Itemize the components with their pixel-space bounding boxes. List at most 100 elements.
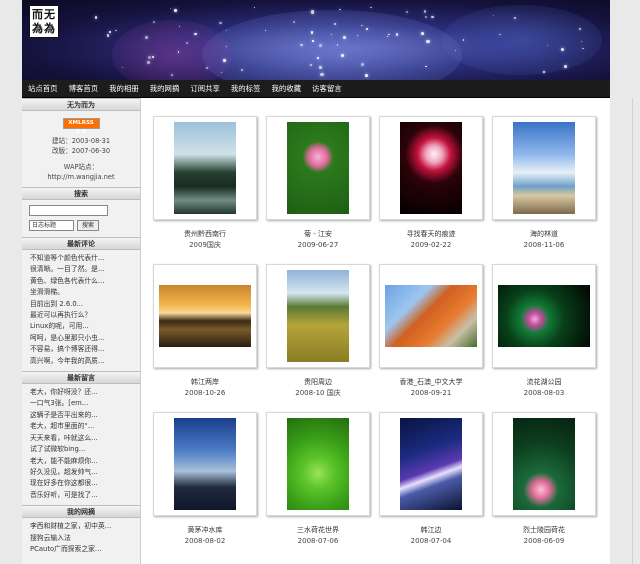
album-title-link[interactable]: 三水荷花世界 — [266, 525, 370, 536]
banner-star — [264, 29, 267, 31]
album-title-link[interactable]: 韩江边 — [379, 525, 483, 536]
album-photo[interactable] — [498, 285, 590, 347]
search-scope-select[interactable]: 日志标题 — [29, 220, 74, 231]
comments-list-item[interactable]: 不容易，搞个博客还得... — [30, 344, 140, 355]
bookmarks-list-item[interactable]: PCauto广而探索之家... — [30, 544, 140, 555]
bookmarks-list-item[interactable]: 搜狗云输入法 — [30, 533, 140, 544]
nav-item[interactable]: 订阅共享 — [190, 83, 220, 94]
album-title-link[interactable]: 烈士陵园荷花 — [492, 525, 596, 536]
album-title-link[interactable]: 香港_石澳_中文大学 — [379, 377, 483, 388]
album-thumbnail[interactable] — [153, 412, 257, 516]
album-photo[interactable] — [287, 270, 349, 362]
comments-list-item[interactable]: 不知道等个颜色代表什... — [30, 253, 140, 264]
messages-list-item[interactable]: 好久没见，超发帅气... — [30, 467, 140, 478]
album-thumbnail[interactable] — [492, 264, 596, 368]
search-button[interactable]: 搜索 — [77, 220, 99, 231]
album-thumbnail[interactable] — [266, 116, 370, 220]
photo-album-card: 黄茅冲水库 2008-08-02 — [153, 412, 257, 560]
redesign-date: 改版：2007-06-30 — [51, 147, 111, 155]
album-thumbnail[interactable] — [266, 264, 370, 368]
album-date: 2008-11-06 — [523, 241, 565, 249]
comments-list-item[interactable]: 呵呵，是心里那只小虫... — [30, 333, 140, 344]
comments-list-item[interactable]: 坐滑滑梯。 — [30, 287, 140, 298]
comments-list-item[interactable]: 目前出到 2.6.0... — [30, 299, 140, 310]
messages-list-item[interactable]: 音乐好听，可是找了... — [30, 490, 140, 501]
album-title-link[interactable]: 贵阳周边 — [266, 377, 370, 388]
comments-list-item[interactable]: 很清晰。一目了然。是... — [30, 264, 140, 275]
album-photo[interactable] — [385, 285, 477, 347]
photo-album-card: 菊 - 江安 2009-06-27 — [266, 116, 370, 264]
album-photo[interactable] — [174, 418, 236, 510]
scrollbar[interactable] — [632, 98, 640, 564]
album-title-link[interactable]: 菊 - 江安 — [266, 229, 370, 240]
search-input[interactable] — [29, 205, 108, 216]
photo-album-card: 贵州黔西南行 2009国庆 — [153, 116, 257, 264]
comments-title: 最新评论 — [22, 237, 140, 250]
messages-list-item[interactable]: 老大，能不能麻烦你... — [30, 456, 140, 467]
site-logo[interactable]: 而无 為為 — [29, 5, 59, 38]
bookmarks-list: 李西和财植之家，初中英... 搜狗云输入法 PCauto广而探索之家... — [22, 518, 140, 559]
nav-item[interactable]: 访客留言 — [312, 83, 342, 94]
album-thumbnail[interactable] — [379, 412, 483, 516]
nav-item[interactable]: 站点首页 — [28, 83, 58, 94]
messages-list-item[interactable]: 这辆子是否平出来的... — [30, 410, 140, 421]
album-thumbnail[interactable] — [492, 412, 596, 516]
wap-link[interactable]: http://m.wangjia.net — [22, 172, 140, 182]
album-photo[interactable] — [513, 122, 575, 214]
album-title-link[interactable]: 黄茅冲水库 — [153, 525, 257, 536]
album-photo[interactable] — [287, 418, 349, 510]
album-thumbnail[interactable] — [492, 116, 596, 220]
wap-label: WAP站点： — [63, 163, 99, 171]
album-photo[interactable] — [400, 418, 462, 510]
header-banner: 而无 為為 — [22, 0, 610, 80]
banner-star — [426, 39, 430, 44]
album-thumbnail[interactable] — [379, 264, 483, 368]
banner-star — [334, 22, 337, 25]
messages-list-item[interactable]: 老大，你好呀没？还... — [30, 387, 140, 398]
messages-list-item[interactable]: 一口气3张。[em... — [30, 398, 140, 409]
banner-star — [253, 6, 256, 9]
album-thumbnail[interactable] — [153, 264, 257, 368]
bookmarks-list-item[interactable]: 李西和财植之家，初中英... — [30, 521, 140, 532]
album-title-link[interactable]: 流花湖公园 — [492, 377, 596, 388]
album-date: 2008-08-03 — [523, 389, 565, 397]
page-frame: 而无 為為 站点首页 博客首页 我的相册 我的网摘 订阅共享 我的标签 我的收藏 访客留言 无… — [22, 0, 610, 564]
album-photo[interactable] — [287, 122, 349, 214]
messages-list: 老大，你好呀没？还... 一口气3张。[em... 这辆子是否平出来的... 老大，超… — [22, 384, 140, 505]
comments-list-item[interactable]: 最近可以再执行么？ — [30, 310, 140, 321]
album-title-link[interactable]: 海的林道 — [492, 229, 596, 240]
rss-badge[interactable]: XMLRSS 2.0 — [62, 118, 100, 135]
banner-star — [169, 7, 171, 9]
album-title-link[interactable]: 贵州黔西南行 — [153, 229, 257, 240]
album-date: 2009-06-27 — [297, 241, 339, 249]
album-photo[interactable] — [513, 418, 575, 510]
nav-item[interactable]: 博客首页 — [69, 83, 99, 94]
album-date: 2008-09-21 — [410, 389, 452, 397]
album-photo[interactable] — [400, 122, 462, 214]
banner-star — [310, 10, 315, 14]
nav-item[interactable]: 我的网摘 — [150, 83, 180, 94]
banner-star — [356, 34, 358, 36]
banner-star — [330, 34, 332, 36]
photo-album-card: 韩江两岸 2008-10-26 — [153, 264, 257, 412]
messages-list-item[interactable]: 试了试微软bing... — [30, 444, 140, 455]
nav-item[interactable]: 我的标签 — [231, 83, 261, 94]
messages-list-item[interactable]: 天天来看，咔就这么... — [30, 433, 140, 444]
album-thumbnail[interactable] — [266, 412, 370, 516]
album-title-link[interactable]: 韩江两岸 — [153, 377, 257, 388]
album-thumbnail[interactable] — [379, 116, 483, 220]
banner-star — [424, 15, 428, 19]
comments-list-item[interactable]: Linux的呢，可用... — [30, 321, 140, 332]
album-thumbnail[interactable] — [153, 116, 257, 220]
banner-star — [173, 8, 177, 12]
comments-list-item[interactable]: 黄色、绿色各代表什么... — [30, 276, 140, 287]
album-title-link[interactable]: 寻找春天的痕迹 — [379, 229, 483, 240]
messages-list-item[interactable]: 老大，超市里面的“... — [30, 421, 140, 432]
banner-star — [431, 16, 434, 19]
album-photo[interactable] — [174, 122, 236, 214]
comments-list-item[interactable]: 高兴啊，今年我的高质... — [30, 356, 140, 367]
album-photo[interactable] — [159, 285, 251, 347]
nav-item[interactable]: 我的相册 — [109, 83, 139, 94]
messages-list-item[interactable]: 现在好多在你这都很... — [30, 478, 140, 489]
nav-item[interactable]: 我的收藏 — [271, 83, 301, 94]
